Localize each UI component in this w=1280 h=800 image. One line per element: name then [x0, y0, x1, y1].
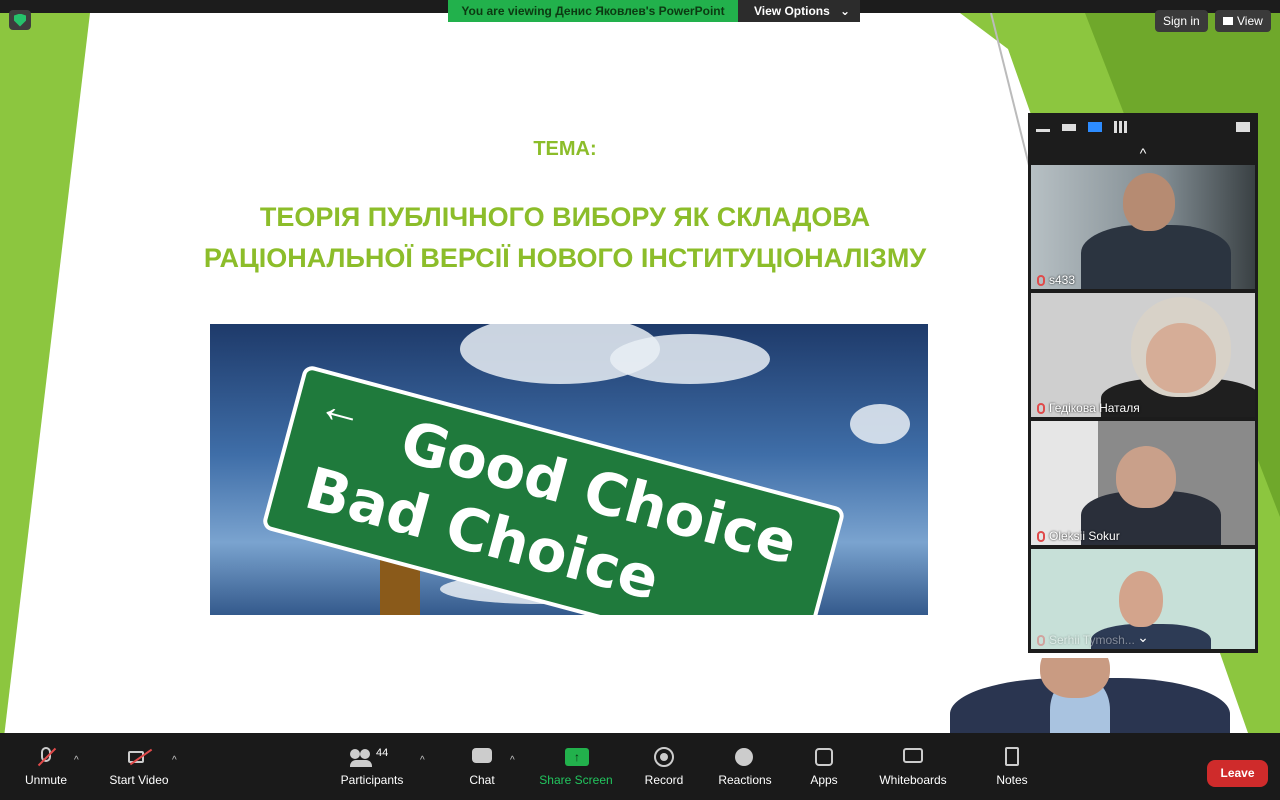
chat-options-caret-icon[interactable]: ^ [510, 755, 515, 766]
notes-button[interactable]: Notes [988, 733, 1036, 800]
presenter-video-overlay [930, 658, 1240, 733]
cloud [850, 404, 910, 444]
participant-tile[interactable]: s433 [1031, 165, 1255, 289]
view-options-button[interactable]: View Options ⌄ [738, 0, 860, 22]
view-button[interactable]: View [1215, 10, 1271, 32]
participants-options-caret-icon[interactable]: ^ [420, 755, 425, 766]
participant-name-tag: s433 [1037, 273, 1075, 287]
record-icon [653, 746, 675, 767]
slide-title-line2: РАЦІОНАЛЬНОЇ ВЕРСІЇ НОВОГО ІНСТИТУЦІОНАЛ… [203, 243, 927, 273]
participant-name: Гедікова Наталя [1049, 401, 1140, 415]
record-button[interactable]: Record [638, 733, 690, 800]
share-screen-icon: ↑ [565, 747, 589, 767]
strip-view-icon[interactable] [1088, 122, 1102, 132]
cloud [610, 334, 770, 384]
participant-face [1119, 571, 1163, 627]
leave-button[interactable]: Leave [1207, 760, 1268, 787]
participant-name-tag: Oleksii Sokur [1037, 529, 1120, 543]
gallery-grid-icon[interactable] [1114, 121, 1128, 133]
view-options-label: View Options [754, 4, 830, 18]
arrow-right-icon: → [744, 583, 803, 615]
share-screen-label: Share Screen [539, 772, 613, 787]
chat-bubble-icon [471, 747, 493, 767]
whiteboards-button[interactable]: Whiteboards [872, 733, 954, 800]
arrow-left-icon: ← [312, 376, 371, 440]
slide-image-choice-sign: ← Good Choice Bad Choice → [210, 324, 928, 615]
speaker-view-icon[interactable] [1062, 123, 1076, 131]
mic-muted-icon [1037, 530, 1045, 542]
participants-count: 44 [376, 746, 389, 759]
start-video-label: Start Video [109, 772, 169, 787]
participant-body [1081, 225, 1231, 289]
participant-face [1123, 173, 1175, 231]
view-label: View [1237, 14, 1263, 28]
pop-out-icon[interactable] [1236, 122, 1250, 132]
chevron-down-icon: ⌄ [839, 4, 850, 18]
slide-title-line1: ТЕОРІЯ ПУБЛІЧНОГО ВИБОРУ ЯК СКЛАДОВА [259, 202, 871, 232]
slide-title: ТЕОРІЯ ПУБЛІЧНОГО ВИБОРУ ЯК СКЛАДОВА РАЦ… [120, 197, 1010, 279]
mic-muted-icon [1037, 274, 1045, 286]
participant-tile[interactable]: Гедікова Наталя [1031, 293, 1255, 417]
road-sign: ← Good Choice Bad Choice → [261, 364, 846, 615]
mic-muted-icon [1037, 402, 1045, 414]
participants-gallery: ^ s433 Гедікова Наталя Oleksii Sokur Ser… [1028, 113, 1258, 653]
reactions-label: Reactions [718, 772, 772, 787]
slide-decor-left [0, 13, 90, 733]
security-shield-icon[interactable] [9, 10, 31, 30]
participant-name-tag: Гедікова Наталя [1037, 401, 1140, 415]
participant-face [1116, 446, 1176, 508]
meeting-toolbar: Unmute ^ Start Video ^ 44 Participants ^… [0, 733, 1280, 800]
viewing-text: You are viewing Денис Яковлев's PowerPoi… [448, 0, 738, 22]
share-screen-button[interactable]: ↑ Share Screen [536, 733, 616, 800]
start-video-button[interactable]: Start Video [100, 733, 178, 800]
notes-icon [1001, 746, 1023, 767]
record-label: Record [644, 772, 684, 787]
participant-name: s433 [1049, 273, 1076, 287]
apps-button[interactable]: Apps [800, 733, 848, 800]
reactions-smiley-icon [734, 747, 756, 767]
unmute-button[interactable]: Unmute [16, 733, 76, 800]
reactions-button[interactable]: Reactions [712, 733, 778, 800]
scroll-down-icon[interactable]: ⌄ [1028, 625, 1258, 649]
unmute-label: Unmute [24, 772, 68, 787]
minimize-icon[interactable] [1036, 128, 1050, 132]
apps-icon [813, 747, 835, 767]
scroll-up-icon[interactable]: ^ [1028, 141, 1258, 165]
whiteboard-icon [902, 747, 924, 767]
video-options-caret-icon[interactable]: ^ [172, 755, 177, 766]
participants-button[interactable]: 44 Participants [336, 733, 408, 800]
sign-in-button[interactable]: Sign in [1155, 10, 1208, 32]
chat-label: Chat [469, 772, 495, 787]
slide-label: ТЕМА: [533, 138, 597, 160]
notes-label: Notes [996, 772, 1028, 787]
chat-button[interactable]: Chat [458, 733, 506, 800]
participant-tile[interactable]: Oleksii Sokur [1031, 421, 1255, 545]
view-grid-icon [1223, 17, 1233, 25]
apps-label: Apps [810, 772, 838, 787]
whiteboards-label: Whiteboards [879, 772, 947, 787]
microphone-muted-icon [35, 746, 57, 767]
participants-label: Participants [340, 772, 404, 787]
gallery-toolbar [1028, 113, 1258, 141]
participants-icon: 44 [350, 747, 394, 767]
participant-face [1146, 323, 1216, 393]
participant-name: Oleksii Sokur [1049, 529, 1120, 543]
audio-options-caret-icon[interactable]: ^ [74, 755, 79, 766]
viewing-banner: You are viewing Денис Яковлев's PowerPoi… [448, 0, 860, 22]
video-off-icon [128, 747, 153, 767]
